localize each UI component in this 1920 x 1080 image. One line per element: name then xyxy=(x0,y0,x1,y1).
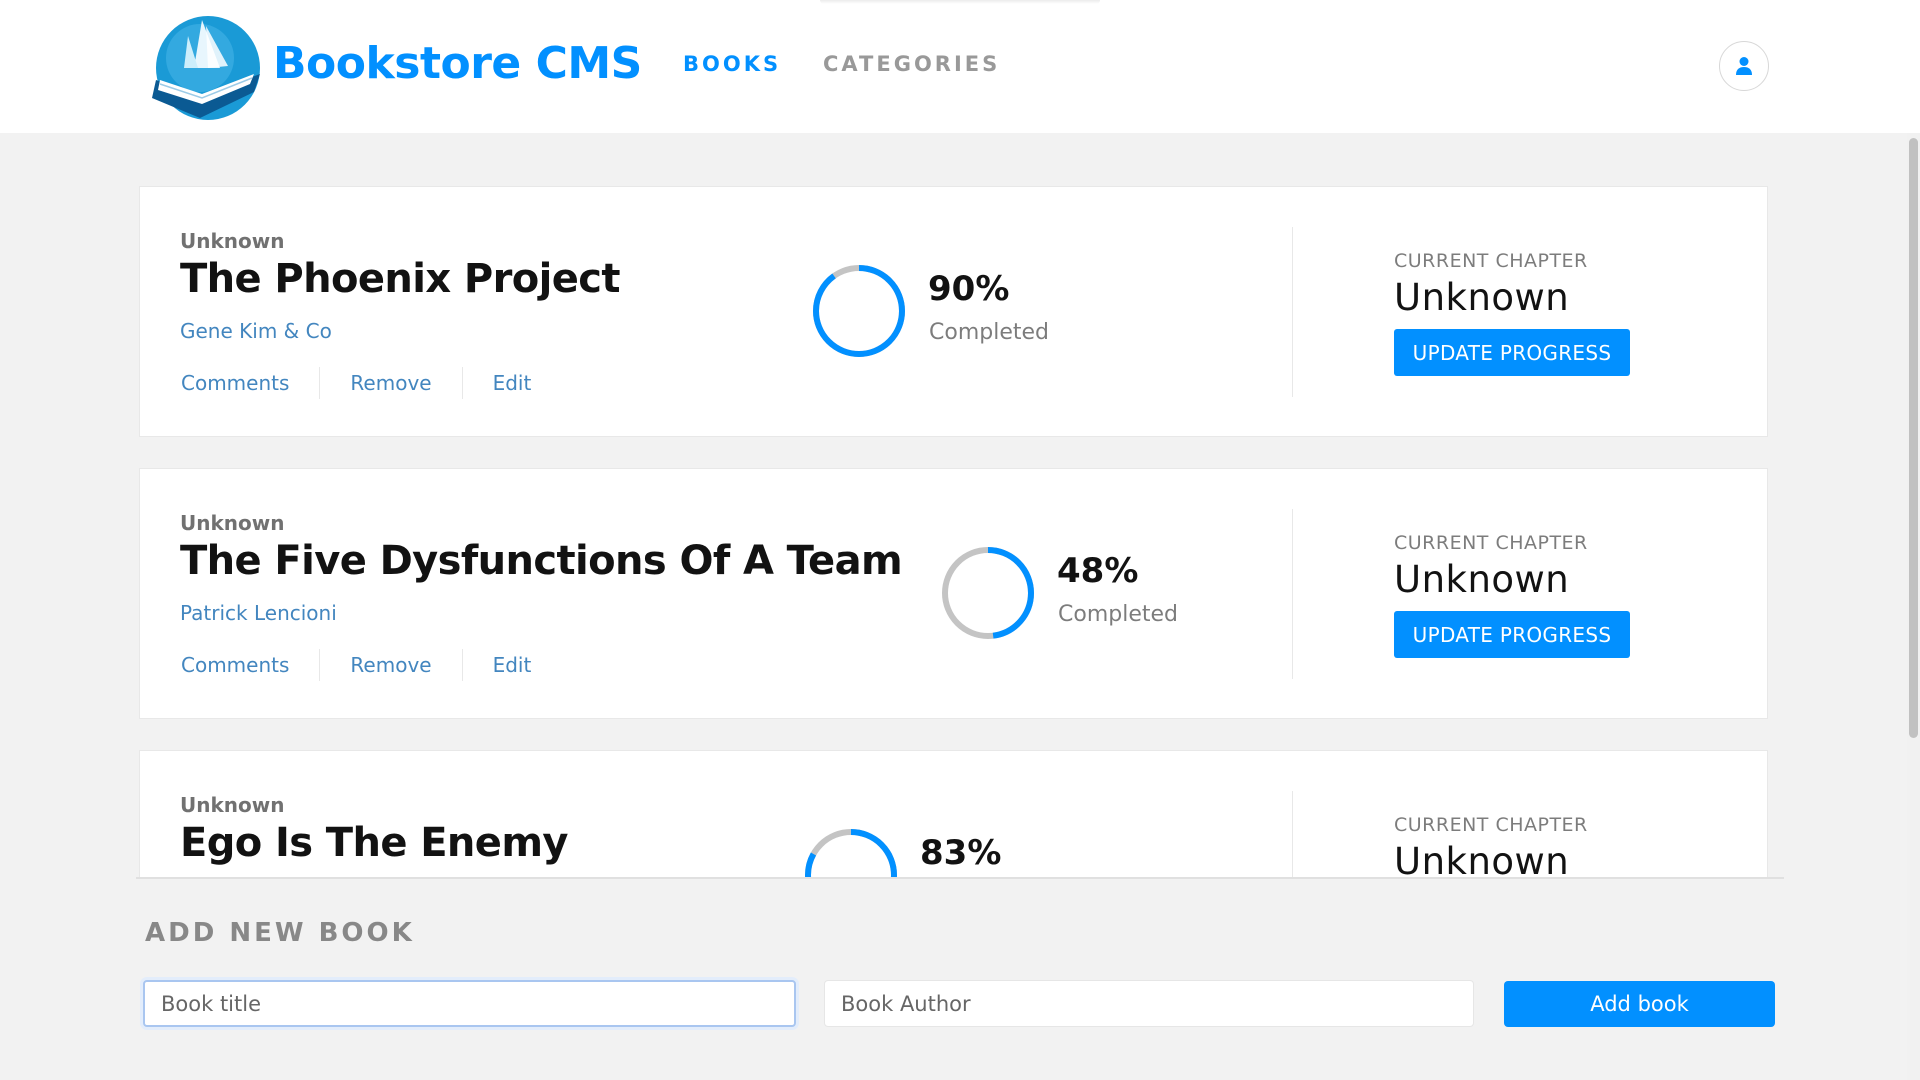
edit-button[interactable]: Edit xyxy=(463,653,562,677)
comments-button[interactable]: Comments xyxy=(180,371,319,395)
book-list[interactable]: Unknown The Phoenix Project Gene Kim & C… xyxy=(0,133,1920,878)
user-profile-button[interactable] xyxy=(1719,41,1769,91)
brand-title[interactable]: Bookstore CMS xyxy=(273,38,642,89)
card-divider xyxy=(1292,509,1293,679)
book-title: The Five Dysfunctions Of A Team xyxy=(180,538,903,584)
progress-ring-track xyxy=(805,829,897,878)
current-chapter-label: CURRENT CHAPTER xyxy=(1394,532,1588,554)
progress-ring-fill xyxy=(805,829,897,878)
card-divider xyxy=(1292,227,1293,397)
user-icon xyxy=(1736,57,1752,75)
update-progress-button[interactable]: UPDATE PROGRESS xyxy=(1394,329,1630,376)
progress-percent: 83% xyxy=(920,833,1002,873)
book-genre: Unknown xyxy=(180,793,285,817)
bookstore-logo-icon[interactable] xyxy=(150,12,262,124)
update-progress-button[interactable]: UPDATE PROGRESS xyxy=(1394,611,1630,658)
remove-button[interactable]: Remove xyxy=(320,371,461,395)
current-chapter-label: CURRENT CHAPTER xyxy=(1394,814,1588,836)
edit-button[interactable]: Edit xyxy=(463,371,562,395)
card-divider xyxy=(1292,791,1293,878)
nav-categories-link[interactable]: CATEGORIES xyxy=(823,52,1000,76)
book-author: Gene Kim & Co xyxy=(180,319,332,343)
progress-ring xyxy=(805,829,897,878)
progress-percent: 90% xyxy=(928,269,1010,309)
page-scrollbar[interactable] xyxy=(1907,133,1920,1080)
progress-ring-fill xyxy=(813,265,905,357)
completed-label: Completed xyxy=(1058,602,1178,627)
current-chapter-value: Unknown xyxy=(1394,276,1570,319)
add-book-heading: ADD NEW BOOK xyxy=(145,918,415,948)
current-chapter-label: CURRENT CHAPTER xyxy=(1394,250,1588,272)
book-card: Unknown The Five Dysfunctions Of A Team … xyxy=(139,468,1768,719)
progress-percent: 48% xyxy=(1057,551,1139,591)
book-genre: Unknown xyxy=(180,511,285,535)
remove-button[interactable]: Remove xyxy=(320,653,461,677)
app-header: Bookstore CMS BOOKS CATEGORIES xyxy=(0,0,1920,133)
book-card: Unknown The Phoenix Project Gene Kim & C… xyxy=(139,186,1768,437)
book-title-input[interactable] xyxy=(143,980,796,1027)
book-title: Ego Is The Enemy xyxy=(180,820,568,866)
book-actions: Comments Remove Edit xyxy=(180,367,561,399)
book-title: The Phoenix Project xyxy=(180,256,621,302)
book-genre: Unknown xyxy=(180,229,285,253)
comments-button[interactable]: Comments xyxy=(180,653,319,677)
scrollbar-thumb[interactable] xyxy=(1909,138,1918,738)
book-author: Patrick Lencioni xyxy=(180,601,337,625)
nav-books-link[interactable]: BOOKS xyxy=(683,52,781,76)
top-shadow-decoration xyxy=(820,0,1100,4)
list-bottom-divider xyxy=(136,877,1784,879)
book-actions: Comments Remove Edit xyxy=(180,649,561,681)
completed-label: Completed xyxy=(929,320,1049,345)
current-chapter-value: Unknown xyxy=(1394,558,1570,601)
book-author-input[interactable] xyxy=(824,980,1474,1027)
book-card: Unknown Ego Is The Enemy 83% CURRENT CHA… xyxy=(139,750,1768,878)
progress-ring xyxy=(942,547,1034,639)
progress-ring xyxy=(813,265,905,357)
current-chapter-value: Unknown xyxy=(1394,840,1570,878)
add-book-button[interactable]: Add book xyxy=(1504,981,1775,1027)
